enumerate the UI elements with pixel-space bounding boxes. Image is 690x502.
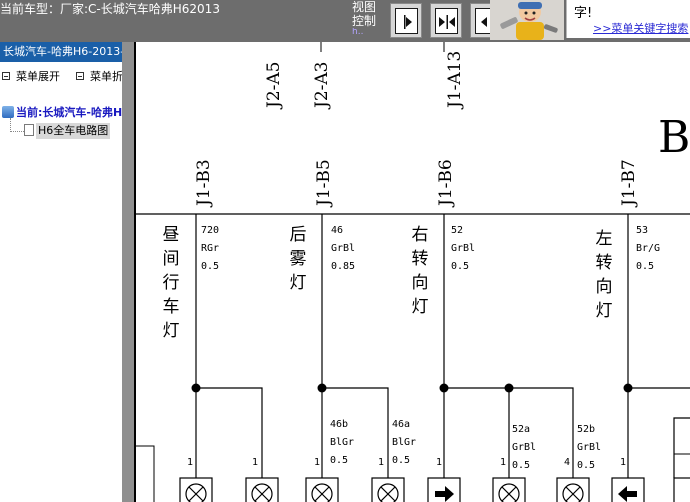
wire-label: 46: [331, 225, 343, 236]
component-box: [673, 477, 690, 502]
view-control-mini: h..: [352, 28, 364, 37]
branch-wire-label: 0.5: [330, 455, 348, 466]
arrow-right-icon: [395, 8, 418, 34]
wire-label: 52: [451, 225, 463, 236]
document-icon: [24, 124, 34, 136]
circuit-name-char: 间: [163, 249, 180, 269]
circuit-name-char: 向: [596, 277, 613, 297]
branch-wire-label: 52a: [512, 424, 530, 435]
component-box: [611, 477, 645, 502]
branch-wire-label: GrBl: [512, 442, 536, 453]
circuit-name-char: 灯: [290, 273, 307, 293]
branch-wire-label: BlGr: [330, 437, 354, 448]
top-toolbar: 当前车型：厂家:C-长城汽车哈弗H62013 视图 控制 h.. 字! >>菜单…: [0, 0, 690, 42]
menu-collapse-label: 菜单折: [90, 70, 122, 83]
wire-label: 0.5: [201, 261, 219, 272]
circuit-name-char: 行: [163, 273, 180, 293]
component-box: [305, 477, 339, 502]
pin-label: J1-B7: [619, 159, 639, 208]
pin-label: J1-B5: [314, 159, 334, 208]
pin-number: 1: [252, 457, 258, 468]
menu-expand-button[interactable]: 菜单展开: [2, 68, 60, 84]
menu-collapse-button[interactable]: 菜单折: [76, 68, 122, 84]
folder-icon: [2, 106, 14, 118]
wire-label: GrBl: [451, 243, 475, 254]
wire-label: 0.85: [331, 261, 355, 272]
connector-label: J2-A5: [264, 62, 284, 110]
branch-wire-label: GrBl: [577, 442, 601, 453]
left-menu-panel: 长城汽车-哈弗H6-2013- 菜单展开 菜单折 当前:长城汽车-哈弗H H6全…: [0, 42, 122, 502]
arrows-inward-icon: [435, 8, 458, 34]
menu-keyword-search-link[interactable]: >>菜单关键字搜索: [593, 20, 688, 36]
branch-wire-label: 46b: [330, 419, 348, 430]
pin-number: 1: [620, 457, 626, 468]
circuit-name-char: 雾: [290, 249, 307, 269]
pin-number: 1: [436, 457, 442, 468]
circuit-name-char: 车: [163, 297, 180, 317]
connector-label: J1-A13: [445, 51, 465, 110]
help-text: 字!: [574, 6, 593, 21]
circuit-name-char: 左: [596, 229, 613, 249]
circuit-name-char: 后: [290, 225, 307, 245]
wire-label: RGr: [201, 243, 219, 254]
component-box: [179, 477, 213, 502]
view-fit-button[interactable]: [430, 3, 462, 38]
circuit-name-char: 灯: [412, 297, 429, 317]
wire-label: 0.5: [451, 261, 469, 272]
component-box: [556, 477, 590, 502]
component-box: [492, 477, 526, 502]
branch-wire-label: BlGr: [392, 437, 416, 448]
page-marker: BC: [658, 112, 690, 163]
pin-number: 1: [500, 457, 506, 468]
pin-number: 1: [187, 457, 193, 468]
pin-number: 4: [564, 457, 570, 468]
circuit-name-char: 转: [596, 253, 613, 273]
branch-wire-label: 0.5: [392, 455, 410, 466]
branch-wire-label: 0.5: [512, 460, 530, 471]
pin-number: 1: [314, 457, 320, 468]
branch-wire-label: 0.5: [577, 460, 595, 471]
circuit-name-char: 转: [412, 249, 429, 269]
branch-wire-label: 46a: [392, 419, 410, 430]
expand-icon: [2, 72, 10, 80]
circuit-name-char: 灯: [163, 321, 180, 341]
circuit-name-char: 灯: [596, 301, 613, 321]
arrow-left-icon: [475, 8, 491, 34]
circuit-name-char: 向: [412, 273, 429, 293]
branch-wire-label: 52b: [577, 424, 595, 435]
panel-toolbar: 菜单展开 菜单折: [0, 64, 122, 86]
mascot-illustration: [490, 0, 564, 40]
view-next-button[interactable]: [390, 3, 422, 38]
wire-label: Br/G: [636, 243, 660, 254]
component-box: [371, 477, 405, 502]
view-control-text: 视图 控制: [352, 0, 377, 28]
wire-label: 53: [636, 225, 648, 236]
component-box: [245, 477, 279, 502]
collapse-icon: [76, 72, 84, 80]
menu-expand-label: 菜单展开: [16, 70, 60, 83]
pin-label: J1-B6: [436, 159, 456, 208]
wire-label: 720: [201, 225, 219, 236]
wire-label: GrBl: [331, 243, 355, 254]
wiring-diagram-canvas[interactable]: J2-A5 J2-A3 J1-A13 BC J1-B3 J1-B5 J1-B6 J1-B7 昼间…: [134, 42, 690, 502]
pin-number: 1: [378, 457, 384, 468]
circuit-name-char: 昼: [163, 225, 180, 245]
connector-label: J2-A3: [312, 62, 332, 110]
current-car-model: 当前车型：厂家:C-长城汽车哈弗H62013: [0, 2, 220, 16]
wiring-diagram-svg: J2-A5 J2-A3 J1-A13 BC J1-B3 J1-B5 J1-B6 J1-B7 昼间…: [134, 42, 690, 502]
help-box: 字! >>菜单关键字搜索: [566, 0, 690, 38]
tree-item-h6-wiring[interactable]: H6全车电路图: [36, 123, 111, 139]
circuit-name-char: 右: [412, 225, 429, 245]
panel-splitter[interactable]: [122, 42, 134, 502]
component-box: [427, 477, 461, 502]
panel-title: 长城汽车-哈弗H6-2013-: [0, 42, 122, 62]
view-control-label: 视图 控制 h..: [352, 0, 382, 38]
pin-label: J1-B3: [194, 159, 214, 208]
wire-label: 0.5: [636, 261, 654, 272]
